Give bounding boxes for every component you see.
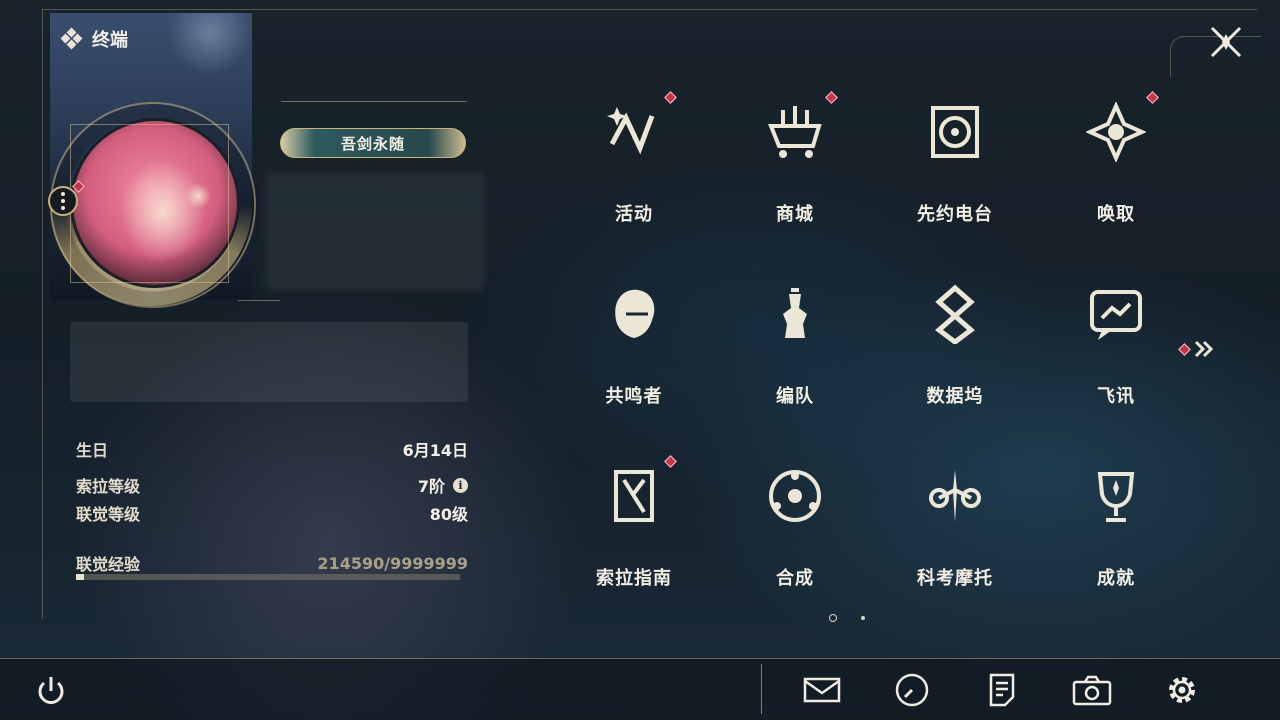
synthesis-icon <box>769 470 821 522</box>
page-title: 终端 <box>92 30 128 51</box>
union-level-row: 联觉等级 80级 <box>76 501 468 525</box>
message-icon <box>1090 290 1142 340</box>
terminal-header: 终端 <box>60 26 128 52</box>
birthday-label: 生日 <box>76 441 109 460</box>
page-indicator-1[interactable] <box>829 614 837 622</box>
notification-badge <box>1146 91 1159 104</box>
menu-item-label: 活动 <box>615 204 653 225</box>
menu-item-label: 共鸣者 <box>605 386 663 407</box>
union-exp-progress-fill <box>76 574 85 580</box>
sola-level-row: 索拉等级 7阶 i <box>76 473 468 497</box>
menu-item-label: 成就 <box>1097 568 1135 589</box>
power-icon[interactable] <box>34 674 68 708</box>
team-icon <box>783 288 807 338</box>
menu-item-resonator[interactable]: 共鸣者 <box>554 272 714 432</box>
menu-item-radio[interactable]: 先约电台 <box>875 90 1035 250</box>
double-chevron-right-icon <box>1194 340 1214 358</box>
mail-icon <box>803 677 841 703</box>
mail-button[interactable] <box>802 670 842 710</box>
guidebook-icon <box>614 470 654 522</box>
obscured-signature[interactable] <box>70 322 468 402</box>
menu-item-motorbike[interactable]: 科考摩托 <box>875 454 1035 614</box>
notes-icon <box>989 673 1015 707</box>
frame-line-top <box>42 9 1257 10</box>
menu-item-message[interactable]: 飞讯 <box>1036 272 1196 432</box>
player-title-text: 吾剑永随 <box>340 134 405 153</box>
clock-button[interactable] <box>892 670 932 710</box>
shop-icon <box>768 106 822 158</box>
menu-item-label: 编队 <box>776 386 814 407</box>
menu-item-label: 索拉指南 <box>596 568 672 589</box>
motorbike-icon <box>929 470 981 522</box>
union-exp-label: 联觉经验 <box>76 555 141 574</box>
birthday-value: 6月14日 <box>402 441 468 460</box>
title-divider <box>281 101 467 102</box>
avatar-frame-square <box>70 124 229 283</box>
union-exp-progress-bar <box>76 574 460 580</box>
menu-item-label: 合成 <box>776 568 814 589</box>
sola-level-label: 索拉等级 <box>76 477 141 496</box>
camera-icon <box>1072 675 1112 706</box>
union-level-value: 80级 <box>429 505 468 524</box>
menu-item-achievement[interactable]: 成就 <box>1036 454 1196 614</box>
data-bank-icon <box>935 284 975 344</box>
gear-icon <box>1169 677 1195 703</box>
close-icon[interactable] <box>1208 24 1244 60</box>
frame-line-left <box>42 9 43 619</box>
menu-item-convene[interactable]: 唤取 <box>1036 90 1196 250</box>
menu-item-shop[interactable]: 商城 <box>715 90 875 250</box>
achievement-icon <box>1097 472 1135 522</box>
menu-item-activity[interactable]: 活动 <box>554 90 714 250</box>
resonator-icon <box>615 289 655 338</box>
obscured-player-info <box>265 172 485 290</box>
convene-icon <box>1086 102 1146 162</box>
frame-line-bottom <box>0 658 1280 659</box>
next-page-button[interactable] <box>1178 340 1215 358</box>
info-icon[interactable]: i <box>453 477 468 493</box>
sola-level-value: 7阶 <box>417 477 445 496</box>
player-title-badge[interactable]: 吾剑永随 <box>280 128 466 158</box>
menu-item-synthesis[interactable]: 合成 <box>715 454 875 614</box>
page-indicator-2[interactable] <box>861 616 865 620</box>
menu-item-guidebook[interactable]: 索拉指南 <box>554 454 714 614</box>
notification-badge <box>664 91 677 104</box>
menu-item-label: 飞讯 <box>1097 386 1135 407</box>
card-divider <box>238 300 280 301</box>
union-exp-row: 联觉经验 214590/9999999 <box>76 551 468 575</box>
birthday-row: 生日 6月14日 <box>76 437 468 461</box>
notification-badge <box>825 91 838 104</box>
menu-item-label: 唤取 <box>1097 204 1135 225</box>
menu-item-label: 科考摩托 <box>917 568 993 589</box>
menu-item-label: 先约电台 <box>917 204 993 225</box>
notification-badge <box>664 455 677 468</box>
union-level-label: 联觉等级 <box>76 505 141 524</box>
notes-button[interactable] <box>982 670 1022 710</box>
profile-options-button[interactable] <box>48 186 78 216</box>
activity-icon <box>607 107 655 155</box>
settings-button[interactable] <box>1162 670 1202 710</box>
terminal-icon <box>60 27 83 50</box>
notification-badge <box>1178 342 1191 356</box>
menu-item-label: 数据坞 <box>926 386 984 407</box>
union-exp-value: 214590/9999999 <box>317 553 468 573</box>
menu-item-team[interactable]: 编队 <box>715 272 875 432</box>
menu-item-label: 商城 <box>776 204 814 225</box>
clock-icon <box>895 673 929 707</box>
menu-item-data-bank[interactable]: 数据坞 <box>875 272 1035 432</box>
camera-button[interactable] <box>1072 670 1112 710</box>
toolbar-divider <box>761 664 762 714</box>
radio-icon <box>931 106 979 158</box>
